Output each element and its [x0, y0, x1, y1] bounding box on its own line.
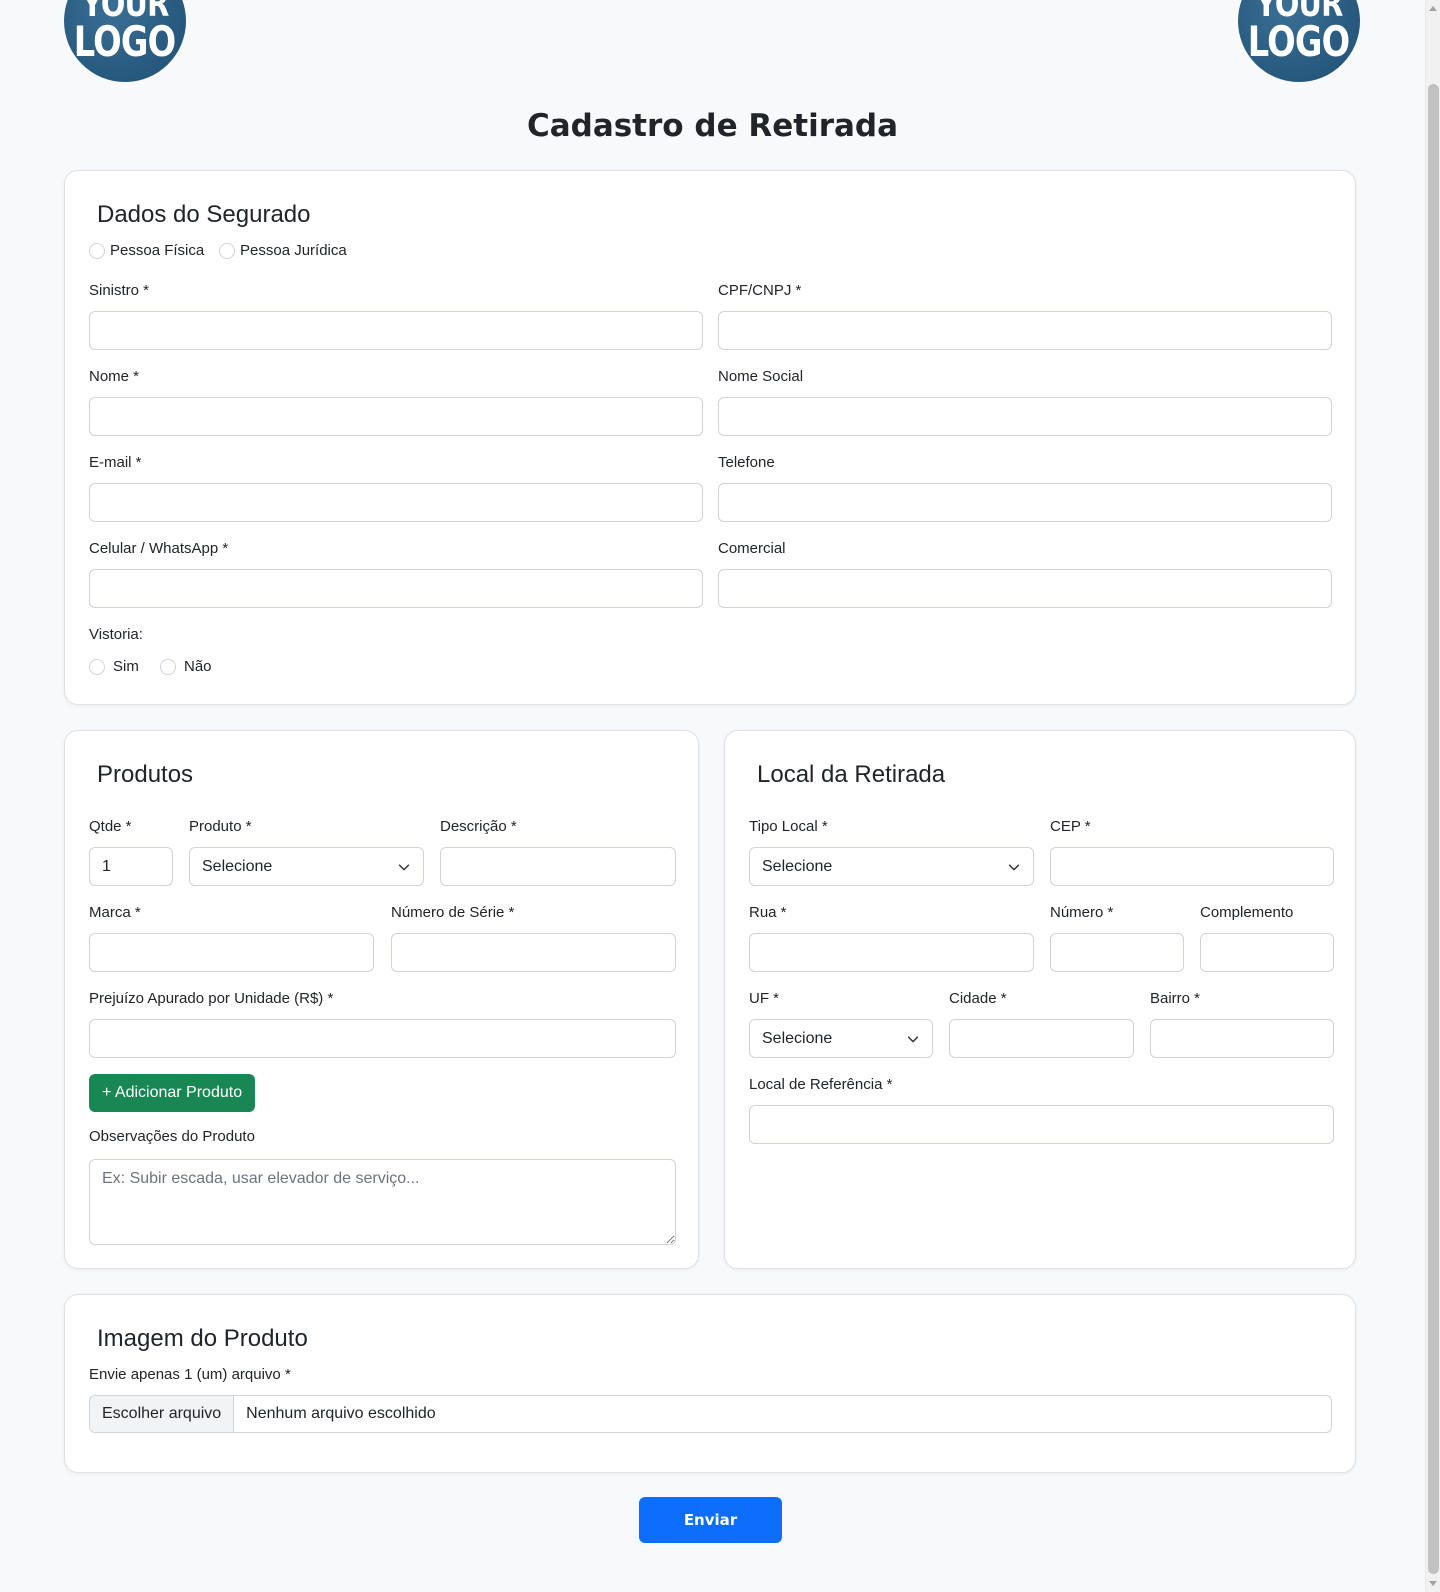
- radio-circle[interactable]: [160, 658, 176, 675]
- submit-button[interactable]: Enviar: [639, 1497, 782, 1543]
- produto-label: Produto *: [189, 818, 252, 835]
- add-product-button[interactable]: + Adicionar Produto: [89, 1074, 256, 1112]
- complemento-input[interactable]: [1200, 933, 1334, 972]
- uf-label: UF *: [749, 990, 779, 1007]
- tipo-local-label: Tipo Local *: [749, 818, 828, 835]
- complemento-label: Complemento: [1200, 904, 1294, 921]
- section-heading: Local da Retirada: [757, 761, 946, 788]
- nome-social-input[interactable]: [718, 397, 1332, 436]
- page-title: Cadastro de Retirada: [526, 108, 899, 144]
- produto-select[interactable]: Selecione: [189, 847, 424, 886]
- page: YOUR LOGO YOUR LOGO Cadastro de Retirada…: [0, 0, 1425, 1592]
- cpf-cnpj-input[interactable]: [718, 311, 1332, 350]
- email-label: E-mail *: [89, 454, 142, 471]
- radio-vistoria-nao[interactable]: Não: [160, 658, 212, 675]
- cpf-cnpj-label: CPF/CNPJ *: [718, 282, 802, 299]
- scroll-down-icon[interactable]: [1429, 1581, 1437, 1586]
- numero-input[interactable]: [1050, 933, 1184, 972]
- nome-social-label: Nome Social: [718, 368, 804, 385]
- choose-file-button[interactable]: Escolher arquivo: [90, 1396, 235, 1432]
- telefone-input[interactable]: [718, 483, 1332, 522]
- produto-selected-value: Selecione: [202, 857, 273, 875]
- scrollbar-thumb[interactable]: [1428, 84, 1439, 1574]
- nome-label: Nome *: [89, 368, 140, 385]
- logo-text-bottom: LOGO: [74, 17, 177, 67]
- radio-circle[interactable]: [219, 242, 235, 259]
- radio-pessoa-juridica[interactable]: Pessoa Jurídica: [219, 242, 347, 259]
- comercial-label: Comercial: [718, 540, 786, 557]
- logo-left: YOUR LOGO: [64, 0, 186, 82]
- marca-input[interactable]: [89, 933, 374, 972]
- scroll-up-icon[interactable]: [1429, 6, 1437, 11]
- cep-input[interactable]: [1050, 847, 1334, 886]
- radio-label: Não: [184, 658, 212, 675]
- scrollbar[interactable]: [1425, 0, 1440, 1592]
- sinistro-input[interactable]: [89, 311, 703, 350]
- celular-input[interactable]: [89, 569, 703, 608]
- radio-label: Pessoa Jurídica: [240, 242, 347, 259]
- section-heading: Produtos: [97, 761, 194, 788]
- tipo-local-selected-value: Selecione: [762, 857, 833, 875]
- card-local-retirada: Local da Retirada Tipo Local * Selecione…: [724, 730, 1356, 1269]
- card-produtos: Produtos Qtde * Produto * Selecione Desc…: [64, 730, 699, 1269]
- radio-vistoria-sim[interactable]: Sim: [89, 658, 139, 675]
- tipo-local-select[interactable]: Selecione: [749, 847, 1034, 886]
- logo-right: YOUR LOGO: [1238, 0, 1360, 82]
- radio-label: Sim: [113, 658, 139, 675]
- descricao-input[interactable]: [440, 847, 676, 886]
- nome-input[interactable]: [89, 397, 703, 436]
- vistoria-label: Vistoria:: [89, 626, 143, 643]
- serie-label: Número de Série *: [391, 904, 515, 921]
- cidade-input[interactable]: [949, 1019, 1134, 1058]
- qtde-label: Qtde *: [89, 818, 132, 835]
- radio-label: Pessoa Física: [110, 242, 205, 259]
- chevron-down-icon: [1008, 863, 1020, 870]
- marca-label: Marca *: [89, 904, 141, 921]
- chevron-down-icon: [398, 863, 410, 870]
- card-dados-segurado: Dados do Segurado Pessoa Física Pessoa J…: [64, 170, 1356, 705]
- cep-label: CEP *: [1050, 818, 1091, 835]
- comercial-input[interactable]: [718, 569, 1332, 608]
- observacoes-label: Observações do Produto: [89, 1128, 255, 1145]
- observacoes-textarea[interactable]: [89, 1159, 676, 1245]
- prejuizo-input[interactable]: [89, 1019, 676, 1058]
- telefone-label: Telefone: [718, 454, 775, 471]
- logo-text-bottom: LOGO: [1248, 17, 1351, 67]
- referencia-label: Local de Referência *: [749, 1076, 893, 1093]
- cidade-label: Cidade *: [949, 990, 1007, 1007]
- file-input[interactable]: Escolher arquivo Nenhum arquivo escolhid…: [89, 1395, 1332, 1433]
- section-heading: Imagem do Produto: [97, 1325, 308, 1352]
- rua-input[interactable]: [749, 933, 1034, 972]
- uf-select[interactable]: Selecione: [749, 1019, 933, 1058]
- referencia-input[interactable]: [749, 1105, 1334, 1144]
- bairro-input[interactable]: [1150, 1019, 1334, 1058]
- chevron-down-icon: [907, 1035, 919, 1042]
- section-heading: Dados do Segurado: [97, 201, 311, 228]
- rua-label: Rua *: [749, 904, 787, 921]
- bairro-label: Bairro *: [1150, 990, 1201, 1007]
- descricao-label: Descrição *: [440, 818, 517, 835]
- radio-circle[interactable]: [89, 242, 105, 259]
- numero-label: Número *: [1050, 904, 1114, 921]
- sinistro-label: Sinistro *: [89, 282, 150, 299]
- upload-hint: Envie apenas 1 (um) arquivo *: [89, 1366, 291, 1383]
- file-status: Nenhum arquivo escolhido: [246, 1405, 436, 1422]
- prejuizo-label: Prejuízo Apurado por Unidade (R$) *: [89, 990, 334, 1007]
- uf-selected-value: Selecione: [762, 1029, 833, 1047]
- serie-input[interactable]: [391, 933, 676, 972]
- qtde-input[interactable]: [89, 847, 173, 886]
- radio-circle[interactable]: [89, 658, 105, 675]
- radio-pessoa-fisica[interactable]: Pessoa Física: [89, 242, 204, 259]
- email-field[interactable]: [89, 483, 703, 522]
- celular-label: Celular / WhatsApp *: [89, 540, 229, 557]
- card-imagem-produto: Imagem do Produto Envie apenas 1 (um) ar…: [64, 1294, 1356, 1473]
